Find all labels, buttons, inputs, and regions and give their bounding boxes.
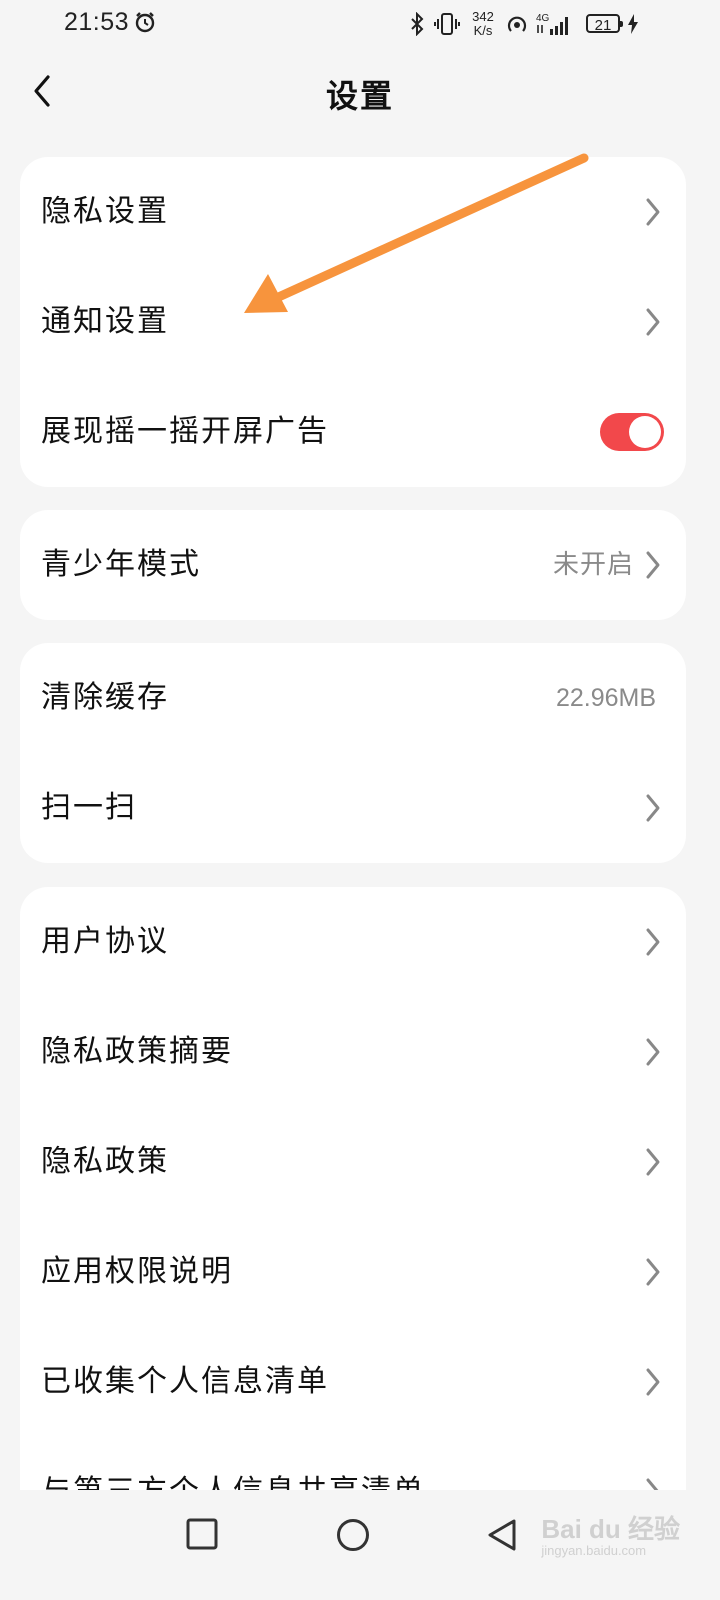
chevron-right-icon <box>646 1258 660 1286</box>
row-label: 扫一扫 <box>41 790 137 825</box>
vibrate-icon <box>434 12 460 41</box>
shake-ad-toggle[interactable] <box>600 413 664 451</box>
settings-group-tools: 清除缓存 22.96MB 扫一扫 <box>20 643 686 863</box>
notification-settings-row[interactable]: 通知设置 <box>20 267 686 377</box>
row-label: 隐私政策 <box>41 1144 169 1179</box>
chevron-right-icon <box>646 1368 660 1396</box>
alarm-icon <box>134 11 156 38</box>
privacy-policy-row[interactable]: 隐私政策 <box>20 1107 686 1217</box>
net-speed-unit: K/s <box>473 23 493 38</box>
net-speed-value: 342 <box>472 9 494 24</box>
signal-icon: 4G <box>536 11 576 42</box>
home-circle-icon[interactable] <box>336 1518 370 1556</box>
battery-level: 21 <box>594 17 612 34</box>
watermark-sub: jingyan.baidu.com <box>541 1543 647 1558</box>
privacy-policy-summary-row[interactable]: 隐私政策摘要 <box>20 997 686 1107</box>
chevron-right-icon <box>646 1148 660 1176</box>
chevron-right-icon <box>646 794 660 822</box>
toggle-knob <box>629 416 661 448</box>
baidu-jingyan-watermark: Bai du 经验 jingyan.baidu.com <box>541 1514 680 1558</box>
charging-icon <box>628 14 638 39</box>
watermark-main: Bai du 经验 <box>541 1514 680 1544</box>
status-bar: 21:53 342 K/s 4G 21 <box>0 0 720 48</box>
youth-mode-status: 未开启 <box>552 550 634 580</box>
row-label: 隐私政策摘要 <box>41 1034 233 1069</box>
row-label: 青少年模式 <box>41 547 201 582</box>
recents-square-icon[interactable] <box>186 1518 218 1554</box>
page-title: 设置 <box>325 77 394 115</box>
chevron-right-icon <box>646 308 660 336</box>
chevron-right-icon <box>646 198 660 226</box>
shake-splash-ad-row: 展现摇一摇开屏广告 <box>20 377 686 487</box>
settings-group-legal: 用户协议 隐私政策摘要 隐私政策 应用权限说明 已收集个人信息清单 与第三方个人… <box>20 887 686 1567</box>
privacy-settings-row[interactable]: 隐私设置 <box>20 157 686 267</box>
user-agreement-row[interactable]: 用户协议 <box>20 887 686 997</box>
row-label: 已收集个人信息清单 <box>41 1364 329 1399</box>
row-label: 用户协议 <box>41 924 169 959</box>
settings-group-general: 隐私设置 通知设置 展现摇一摇开屏广告 <box>20 157 686 487</box>
svg-text:4G: 4G <box>536 13 550 24</box>
bluetooth-icon <box>410 11 424 41</box>
youth-mode-row[interactable]: 青少年模式 未开启 <box>20 510 686 620</box>
chevron-right-icon <box>646 928 660 956</box>
net-speed: 342 K/s <box>468 10 498 38</box>
clear-cache-row[interactable]: 清除缓存 22.96MB <box>20 643 686 753</box>
system-nav-bar: Bai du 经验 jingyan.baidu.com <box>0 1490 720 1600</box>
row-label: 应用权限说明 <box>41 1254 233 1289</box>
battery-indicator: 21 <box>586 14 623 34</box>
app-permissions-row[interactable]: 应用权限说明 <box>20 1217 686 1327</box>
chevron-right-icon <box>646 1038 660 1066</box>
row-label: 清除缓存 <box>41 680 169 715</box>
scan-row[interactable]: 扫一扫 <box>20 753 686 863</box>
status-time: 21:53 <box>64 8 130 36</box>
status-icons: 342 K/s 4G 21 <box>410 8 650 40</box>
cache-size: 22.96MB <box>555 684 656 712</box>
top-bar: 设置 <box>0 55 720 131</box>
row-label: 隐私设置 <box>41 194 169 229</box>
settings-group-youth: 青少年模式 未开启 <box>20 510 686 620</box>
row-label: 展现摇一摇开屏广告 <box>41 414 329 449</box>
chevron-right-icon <box>646 551 660 579</box>
back-triangle-icon[interactable] <box>486 1518 518 1556</box>
hotspot-icon <box>506 13 532 42</box>
row-label: 通知设置 <box>41 304 169 339</box>
collected-info-list-row[interactable]: 已收集个人信息清单 <box>20 1327 686 1437</box>
